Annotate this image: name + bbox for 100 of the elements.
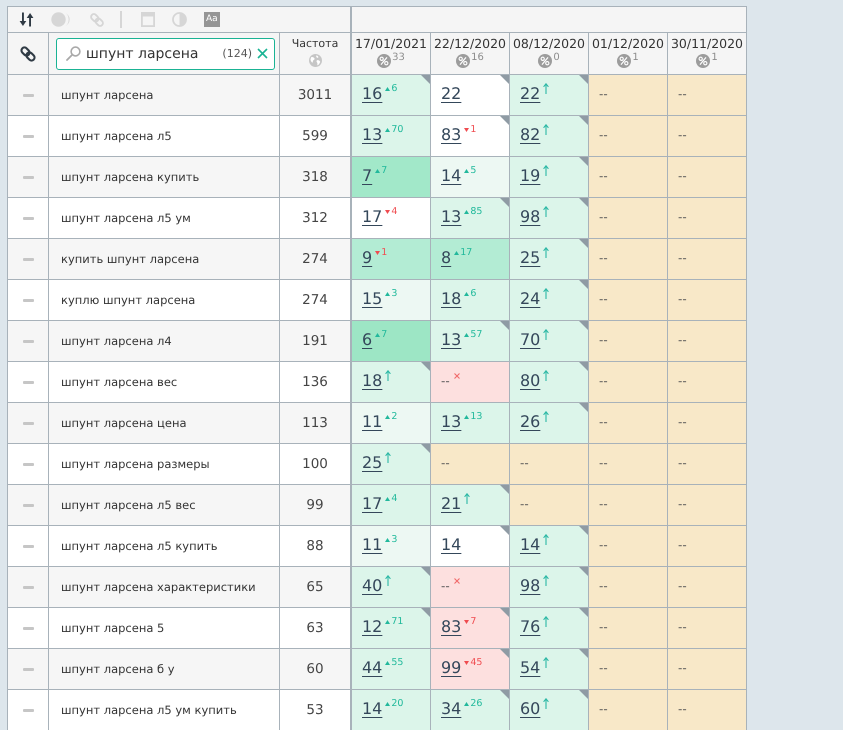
minus-icon[interactable] xyxy=(22,626,34,630)
position-link[interactable]: 24 xyxy=(520,289,540,308)
arrow-up-icon xyxy=(543,370,550,381)
position-link[interactable]: 83 xyxy=(441,617,462,636)
position-link[interactable]: 25 xyxy=(362,453,382,472)
percent-count: 1 xyxy=(711,52,718,63)
position-link[interactable]: 14 xyxy=(441,166,462,185)
position-link[interactable]: 98 xyxy=(520,576,540,595)
position-link[interactable]: 70 xyxy=(520,330,540,349)
corner-mark-icon xyxy=(421,608,430,617)
position-link[interactable]: 54 xyxy=(520,658,540,677)
position-change: 2 xyxy=(391,411,398,422)
position-link[interactable]: 11 xyxy=(362,412,382,431)
position-link[interactable]: 19 xyxy=(520,166,540,185)
empty-position: -- xyxy=(599,250,608,264)
position-link[interactable]: 13 xyxy=(441,207,462,226)
corner-mark-icon xyxy=(579,198,588,207)
position-link[interactable]: 13 xyxy=(362,125,382,144)
position-link[interactable]: 6 xyxy=(362,330,372,349)
empty-position: -- xyxy=(599,620,608,634)
position-link[interactable]: 17 xyxy=(362,207,382,226)
position-link[interactable]: 26 xyxy=(520,412,540,431)
position-link[interactable]: 9 xyxy=(362,248,372,267)
position-link[interactable]: 40 xyxy=(362,576,382,595)
position-link[interactable]: 7 xyxy=(362,166,372,185)
empty-position: -- xyxy=(678,374,687,388)
clear-icon[interactable] xyxy=(257,48,268,59)
minus-icon[interactable] xyxy=(22,216,34,220)
search-field[interactable]: шпунт ларсена (124) xyxy=(56,38,275,70)
minus-icon[interactable] xyxy=(22,544,34,548)
corner-mark-icon xyxy=(579,403,588,412)
percent-icon xyxy=(538,54,552,68)
position-link[interactable]: 14 xyxy=(362,699,382,718)
position-link[interactable]: 16 xyxy=(362,84,382,103)
position-link[interactable]: 83 xyxy=(441,125,462,144)
link-icon[interactable] xyxy=(19,44,37,62)
frequency-cell: 65 xyxy=(280,567,350,607)
corner-mark-icon xyxy=(579,116,588,125)
position-link[interactable]: 80 xyxy=(520,371,540,390)
minus-icon[interactable] xyxy=(22,462,34,466)
minus-icon[interactable] xyxy=(22,504,34,506)
position-link[interactable]: 99 xyxy=(441,658,462,677)
triangle-up-icon xyxy=(464,210,470,214)
position-link[interactable]: 60 xyxy=(520,699,540,718)
minus-icon[interactable] xyxy=(22,94,34,96)
position-link[interactable]: 15 xyxy=(362,289,382,308)
minus-icon[interactable] xyxy=(22,708,34,712)
position-link[interactable]: 8 xyxy=(441,248,452,267)
arrow-up-icon xyxy=(543,124,550,135)
position-link[interactable]: 25 xyxy=(520,248,540,267)
percent-count: 16 xyxy=(471,52,484,63)
position-link[interactable]: 98 xyxy=(520,207,540,226)
position-link[interactable]: 12 xyxy=(362,617,382,636)
minus-icon[interactable] xyxy=(22,340,34,342)
minus-icon[interactable] xyxy=(22,258,34,260)
frequency-cell: 3011 xyxy=(280,75,350,115)
keyword-cell: шпунт ларсена б у xyxy=(49,649,279,689)
empty-position: -- xyxy=(599,128,608,142)
position-link[interactable]: 13 xyxy=(441,330,462,349)
position-link[interactable]: 14 xyxy=(441,535,462,554)
empty-position: -- xyxy=(678,456,687,470)
triangle-up-icon xyxy=(464,414,470,418)
arrow-up-icon xyxy=(543,698,550,709)
minus-icon[interactable] xyxy=(22,668,34,670)
position-link[interactable]: 11 xyxy=(362,535,382,554)
minus-icon[interactable] xyxy=(22,422,34,424)
position-link[interactable]: 21 xyxy=(441,494,462,513)
corner-mark-icon xyxy=(579,690,588,699)
sort-icon[interactable] xyxy=(19,12,34,27)
position-link[interactable]: 22 xyxy=(520,84,540,103)
position-link[interactable]: 18 xyxy=(441,289,462,308)
corner-mark-icon xyxy=(500,116,509,125)
position-link[interactable]: 14 xyxy=(520,535,540,554)
empty-position: -- xyxy=(599,86,608,100)
corner-mark-icon xyxy=(579,280,588,289)
minus-icon[interactable] xyxy=(22,298,34,302)
frequency-cell: 113 xyxy=(280,403,350,443)
position-change: 55 xyxy=(391,657,404,668)
position-link[interactable]: 82 xyxy=(520,125,540,144)
empty-position: -- xyxy=(599,414,608,428)
minus-icon[interactable] xyxy=(22,176,34,178)
position-link[interactable]: 18 xyxy=(362,371,382,390)
minus-icon[interactable] xyxy=(22,380,34,384)
position-link[interactable]: 34 xyxy=(441,699,462,718)
triangle-up-icon xyxy=(385,620,390,624)
position-link[interactable]: 44 xyxy=(362,658,382,677)
position-change: 5 xyxy=(470,165,476,176)
minus-icon[interactable] xyxy=(22,134,34,138)
position-link[interactable]: 22 xyxy=(441,84,462,103)
empty-position: -- xyxy=(599,702,608,716)
position-link[interactable]: 17 xyxy=(362,494,382,513)
position-change: 4 xyxy=(391,206,398,217)
position-change: 57 xyxy=(470,329,482,340)
position-link[interactable]: 13 xyxy=(441,412,462,431)
cross-icon xyxy=(454,578,460,584)
keyword-cell: шпунт ларсена л5 купить xyxy=(49,526,279,566)
position-change: 70 xyxy=(391,124,404,135)
minus-icon[interactable] xyxy=(22,586,34,588)
position-change: 3 xyxy=(391,288,398,299)
position-link[interactable]: 76 xyxy=(520,617,540,636)
